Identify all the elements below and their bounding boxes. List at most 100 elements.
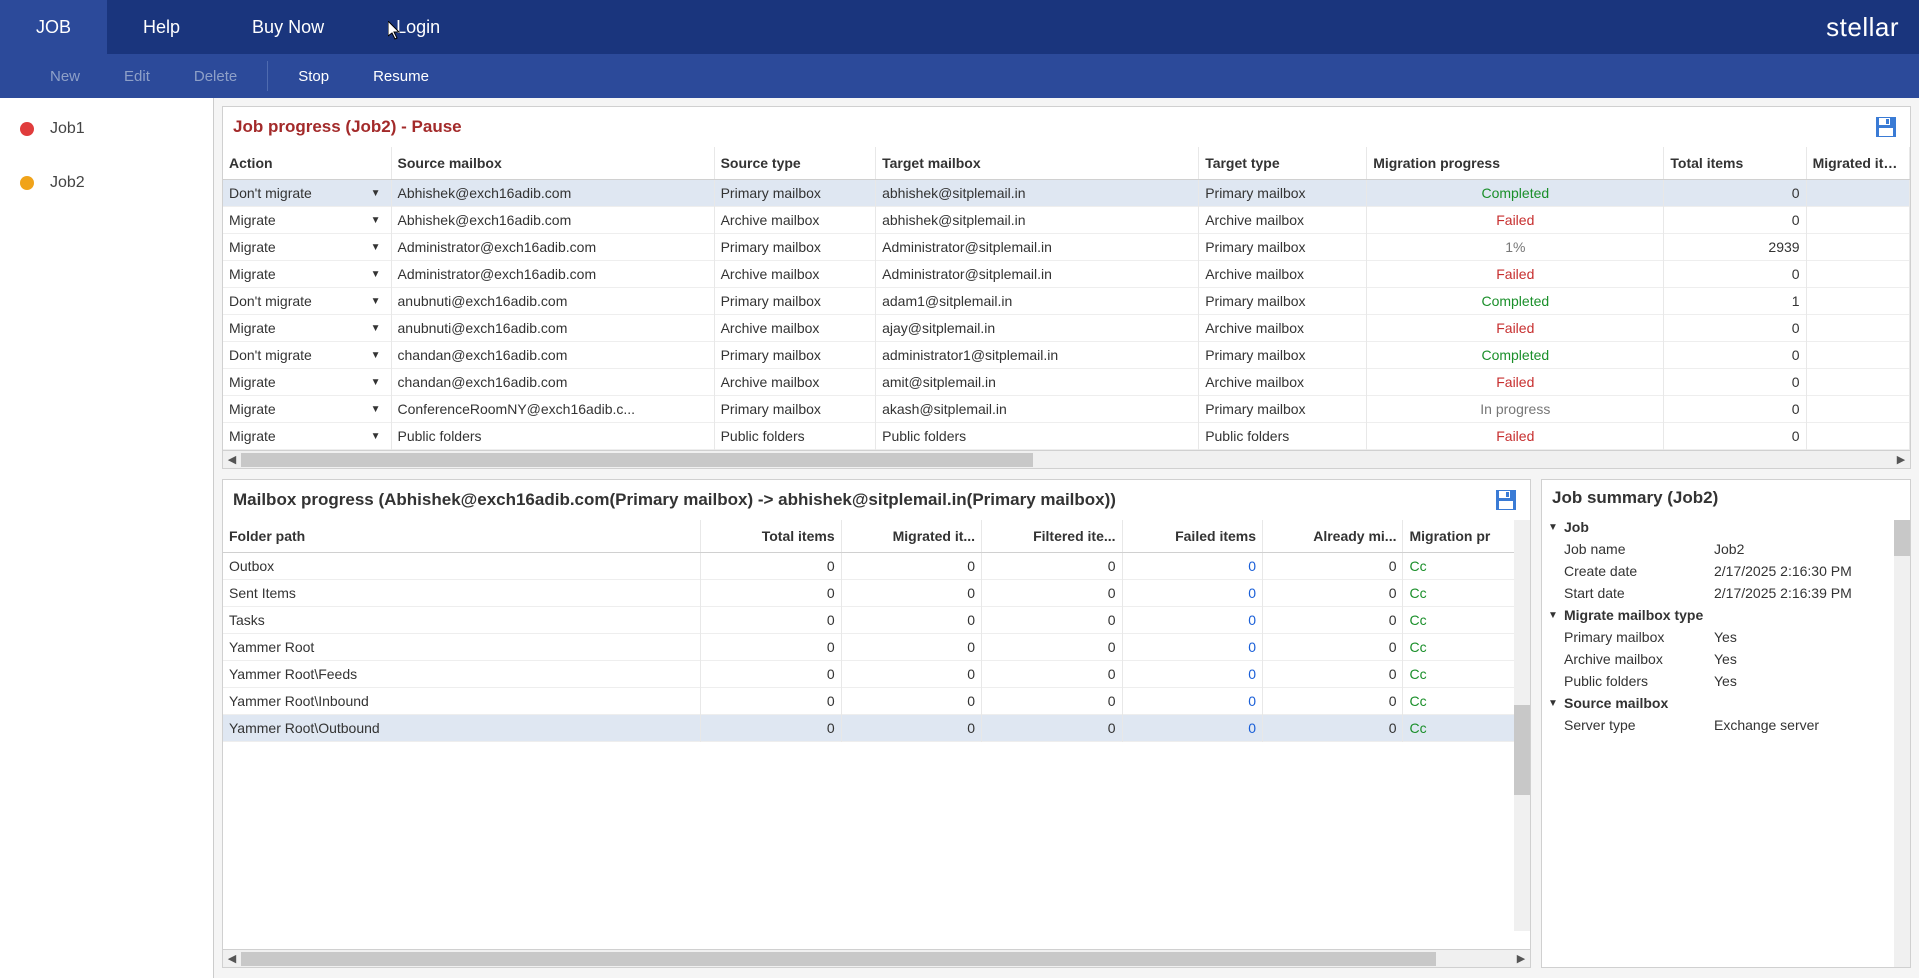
scroll-left-icon[interactable]: ◀ — [223, 952, 241, 965]
new-button[interactable]: New — [28, 54, 102, 98]
action-dropdown[interactable]: Migrate▼ — [223, 396, 391, 423]
summary-group-header[interactable]: ▼Job — [1542, 516, 1910, 538]
save-icon[interactable] — [1492, 488, 1520, 512]
scroll-right-icon[interactable]: ▶ — [1892, 453, 1910, 466]
summary-value: Job2 — [1714, 541, 1900, 557]
action-dropdown[interactable]: Migrate▼ — [223, 369, 391, 396]
toolbar-separator — [267, 61, 268, 91]
table-row[interactable]: Don't migrate▼ chandan@exch16adib.com Pr… — [223, 342, 1910, 369]
column-header[interactable]: Migration progress — [1367, 147, 1664, 180]
scroll-right-icon[interactable]: ▶ — [1512, 952, 1530, 965]
table-row[interactable]: Sent Items 0 0 0 0 0 Cc — [223, 580, 1530, 607]
failed-items-cell[interactable]: 0 — [1122, 715, 1262, 742]
column-header[interactable]: Source mailbox — [391, 147, 714, 180]
column-header[interactable]: Failed items — [1122, 520, 1262, 553]
folder-path-cell: Tasks — [223, 607, 701, 634]
migrated-items-cell: 0 — [841, 607, 981, 634]
scroll-left-icon[interactable]: ◀ — [223, 453, 241, 466]
table-row[interactable]: Don't migrate▼ Abhishek@exch16adib.com P… — [223, 180, 1910, 207]
failed-items-cell[interactable]: 0 — [1122, 607, 1262, 634]
table-row[interactable]: Tasks 0 0 0 0 0 Cc — [223, 607, 1530, 634]
table-row[interactable]: Yammer Root\Feeds 0 0 0 0 0 Cc — [223, 661, 1530, 688]
table-row[interactable]: Migrate▼ Administrator@exch16adib.com Pr… — [223, 234, 1910, 261]
target-mailbox-cell: abhishek@sitplemail.in — [876, 180, 1199, 207]
table-row[interactable]: Migrate▼ ConferenceRoomNY@exch16adib.c..… — [223, 396, 1910, 423]
summary-row: Public foldersYes — [1542, 670, 1910, 692]
resume-button[interactable]: Resume — [351, 54, 451, 98]
table-row[interactable]: Migrate▼ Public folders Public folders P… — [223, 423, 1910, 450]
filtered-items-cell: 0 — [982, 607, 1122, 634]
source-mailbox-cell: chandan@exch16adib.com — [391, 369, 714, 396]
menu-tab-buy-now[interactable]: Buy Now — [216, 0, 360, 54]
table-row[interactable]: Migrate▼ Administrator@exch16adib.com Ar… — [223, 261, 1910, 288]
mailbox-vscroll[interactable] — [1514, 520, 1530, 931]
menu-tab-login[interactable]: Login — [360, 0, 476, 54]
summary-group-header[interactable]: ▼Migrate mailbox type — [1542, 604, 1910, 626]
source-mailbox-cell: anubnuti@exch16adib.com — [391, 288, 714, 315]
mailbox-hscroll[interactable]: ◀ ▶ — [223, 949, 1530, 967]
table-row[interactable]: Migrate▼ chandan@exch16adib.com Archive … — [223, 369, 1910, 396]
summary-group-header[interactable]: ▼Source mailbox — [1542, 692, 1910, 714]
column-header[interactable]: Source type — [714, 147, 876, 180]
sidebar-item-job1[interactable]: Job1 — [0, 112, 213, 146]
column-header[interactable]: Migrated it... — [841, 520, 981, 553]
source-type-cell: Primary mailbox — [714, 396, 876, 423]
mailbox-progress-title: Mailbox progress (Abhishek@exch16adib.co… — [233, 490, 1116, 510]
stop-button[interactable]: Stop — [276, 54, 351, 98]
total-items-cell: 0 — [701, 607, 841, 634]
table-row[interactable]: Outbox 0 0 0 0 0 Cc — [223, 553, 1530, 580]
chevron-down-icon: ▼ — [1548, 610, 1564, 621]
migration-progress-cell: Cc — [1403, 715, 1530, 742]
column-header[interactable]: Filtered ite... — [982, 520, 1122, 553]
summary-key: Job name — [1564, 541, 1714, 557]
save-icon[interactable] — [1872, 115, 1900, 139]
action-dropdown[interactable]: Migrate▼ — [223, 315, 391, 342]
source-type-cell: Archive mailbox — [714, 207, 876, 234]
action-dropdown[interactable]: Migrate▼ — [223, 234, 391, 261]
failed-items-cell[interactable]: 0 — [1122, 580, 1262, 607]
menu-tab-job[interactable]: JOB — [0, 0, 107, 54]
job-progress-hscroll[interactable]: ◀ ▶ — [223, 450, 1910, 468]
job-summary-panel: Job summary (Job2) ▼JobJob nameJob2Creat… — [1541, 479, 1911, 968]
sidebar-item-job2[interactable]: Job2 — [0, 166, 213, 200]
table-row[interactable]: Migrate▼ anubnuti@exch16adib.com Archive… — [223, 315, 1910, 342]
migration-progress-cell: Cc — [1403, 580, 1530, 607]
delete-button[interactable]: Delete — [172, 54, 259, 98]
failed-items-cell[interactable]: 0 — [1122, 688, 1262, 715]
column-header[interactable]: Target mailbox — [876, 147, 1199, 180]
column-header[interactable]: Total items — [1664, 147, 1806, 180]
column-header[interactable]: Action — [223, 147, 391, 180]
column-header[interactable]: Migrated items — [1806, 147, 1909, 180]
summary-row: Primary mailboxYes — [1542, 626, 1910, 648]
column-header[interactable]: Migration pr — [1403, 520, 1530, 553]
table-row[interactable]: Migrate▼ Abhishek@exch16adib.com Archive… — [223, 207, 1910, 234]
action-dropdown[interactable]: Migrate▼ — [223, 423, 391, 450]
table-row[interactable]: Yammer Root\Inbound 0 0 0 0 0 Cc — [223, 688, 1530, 715]
summary-vscroll[interactable] — [1894, 520, 1910, 967]
already-migrated-cell: 0 — [1263, 607, 1403, 634]
source-mailbox-cell: Administrator@exch16adib.com — [391, 261, 714, 288]
action-dropdown[interactable]: Migrate▼ — [223, 261, 391, 288]
failed-items-cell[interactable]: 0 — [1122, 634, 1262, 661]
column-header[interactable]: Target type — [1199, 147, 1367, 180]
table-row[interactable]: Yammer Root\Outbound 0 0 0 0 0 Cc — [223, 715, 1530, 742]
source-type-cell: Public folders — [714, 423, 876, 450]
chevron-down-icon: ▼ — [371, 377, 385, 388]
action-dropdown[interactable]: Migrate▼ — [223, 207, 391, 234]
summary-key: Server type — [1564, 717, 1714, 733]
already-migrated-cell: 0 — [1263, 661, 1403, 688]
table-row[interactable]: Yammer Root 0 0 0 0 0 Cc — [223, 634, 1530, 661]
action-dropdown[interactable]: Don't migrate▼ — [223, 180, 391, 207]
column-header[interactable]: Folder path — [223, 520, 701, 553]
menu-tab-help[interactable]: Help — [107, 0, 216, 54]
status-dot-icon — [20, 176, 34, 190]
edit-button[interactable]: Edit — [102, 54, 172, 98]
table-row[interactable]: Don't migrate▼ anubnuti@exch16adib.com P… — [223, 288, 1910, 315]
action-dropdown[interactable]: Don't migrate▼ — [223, 342, 391, 369]
column-header[interactable]: Already mi... — [1263, 520, 1403, 553]
summary-row: Create date2/17/2025 2:16:30 PM — [1542, 560, 1910, 582]
failed-items-cell[interactable]: 0 — [1122, 553, 1262, 580]
failed-items-cell[interactable]: 0 — [1122, 661, 1262, 688]
column-header[interactable]: Total items — [701, 520, 841, 553]
action-dropdown[interactable]: Don't migrate▼ — [223, 288, 391, 315]
